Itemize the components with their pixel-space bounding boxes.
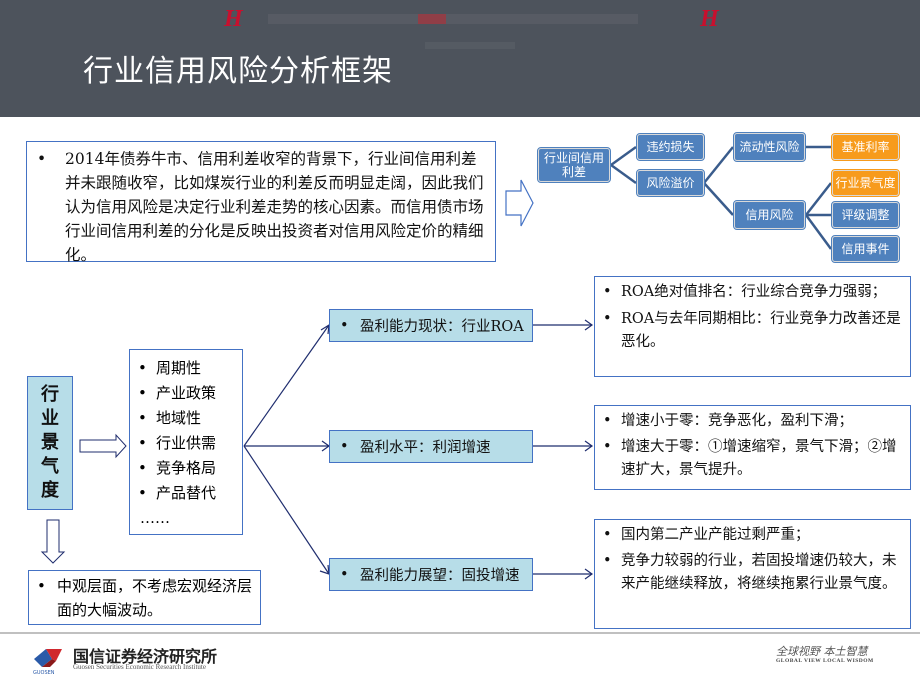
slogan: 全球视野 本土智慧 [776,645,868,658]
tree-node-rating-adjustment: 评级调整 [831,201,900,229]
meso-note-box: • 中观层面，不考虑宏观经济层面的大幅波动。 [28,570,261,625]
bullet: • [37,577,46,595]
list-item: • 周期性 [138,356,234,381]
industry-prosperity-box: 行 业 景 气 度 [27,376,73,510]
list-item: • 竞争格局 [138,456,234,481]
detail-box-fixed-investment: • 国内第二产业产能过剩严重； • 竞争力较弱的行业，若固投增速仍较大，未来产能继续… [594,519,911,629]
bullet: • [340,438,349,455]
tree-node-root: 行业间信用利差 [537,147,611,183]
guosen-logo-icon: GUOSEN [32,645,66,679]
detail-text: 增速小于零：竞争恶化，盈利下滑； [621,413,853,429]
list-item: • 产业政策 [138,381,234,406]
tree-connectors [610,145,833,250]
bullet: • [603,311,612,327]
list-item-text: 周期性 [156,359,202,377]
tree-node-credit-event: 信用事件 [831,235,900,263]
list-item-text: 行业供需 [156,434,217,452]
detail-text: 增速大于零：①增速缩窄，景气下滑；②增速扩大，景气提升。 [621,439,897,478]
hollow-arrow-down-icon [40,519,66,564]
tree-node-liquidity-risk: 流动性风险 [733,132,806,162]
list-item: • 产品替代 [138,481,234,506]
list-item-text: 地域性 [156,409,202,427]
logo-text: GUOSEN [33,670,55,675]
bullet: • [603,439,612,455]
indicator-label: 盈利能力现状：行业ROA [360,319,524,335]
indicator-box-profit-growth: • 盈利水平：利润增速 [329,430,533,463]
bullet: • [340,317,349,334]
detail-text: ROA与去年同期相比：行业竞争力改善还是恶化。 [621,311,901,350]
meso-note-text: 中观层面，不考虑宏观经济层面的大幅波动。 [57,577,253,619]
detail-text: 竞争力较弱的行业，若固投增速仍较大，未来产能继续释放，将继续拖累行业景气度。 [621,553,897,592]
bullet: • [603,553,612,569]
slogan-en: GLOBAL VIEW LOCAL WISDOM [776,658,874,664]
bullet: • [603,527,612,543]
detail-box-profit-growth: • 增速小于零：竞争恶化，盈利下滑； • 增速大于零：①增速缩窄，景气下滑；②增速扩… [594,405,911,490]
hollow-arrow-right-icon [505,179,534,227]
list-item-text: 竞争格局 [156,459,217,477]
tree-node-benchmark-rate: 基准利率 [831,133,900,161]
indicator-box-fixed-investment: • 盈利能力展望：固投增速 [329,558,533,591]
bullet: • [138,359,147,377]
factor-char: 行 [41,384,59,405]
factor-char: 景 [41,432,59,453]
bullet: • [603,284,612,300]
tree-node-risk-premium: 风险溢价 [636,169,705,197]
list-item: • 地域性 [138,406,234,431]
indicator-label: 盈利能力展望：固投增速 [360,568,520,584]
tree-node-credit-risk: 信用风险 [733,200,806,230]
bullet: • [138,484,147,502]
org-name-en: Guosen Securities Economic Research Inst… [73,663,206,671]
factor-char: 气 [41,456,59,477]
detail-text: 国内第二产业产能过剩严重； [621,527,810,543]
factor-char: 度 [41,480,59,501]
footer-divider [0,632,920,634]
factor-list-box: • 周期性 • 产业政策 • 地域性 • 行业供需 • 竞争格局 • 产品替代 …… [129,349,243,535]
tree-node-default-loss: 违约损失 [636,133,705,161]
factor-char: 业 [41,408,59,429]
bullet: • [138,459,147,477]
bullet: • [138,434,147,452]
bullet: • [603,413,612,429]
hollow-arrow-right-small-icon [79,433,127,459]
indicator-box-roa: • 盈利能力现状：行业ROA [329,309,533,342]
bullet: • [138,384,147,402]
bullet: • [340,566,349,583]
list-item: • 行业供需 [138,431,234,456]
indicator-label: 盈利水平：利润增速 [360,440,491,456]
list-item-text: 产业政策 [156,384,217,402]
bullet: • [138,409,147,427]
tree-node-industry-prosperity: 行业景气度 [831,169,900,197]
detail-text: ROA绝对值排名：行业综合竞争力强弱； [621,284,887,300]
list-item-text: 产品替代 [156,484,217,502]
list-ellipsis: …… [140,509,170,527]
detail-box-roa: • ROA绝对值排名：行业综合竞争力强弱； • ROA与去年同期相比：行业竞争力改善… [594,276,911,377]
